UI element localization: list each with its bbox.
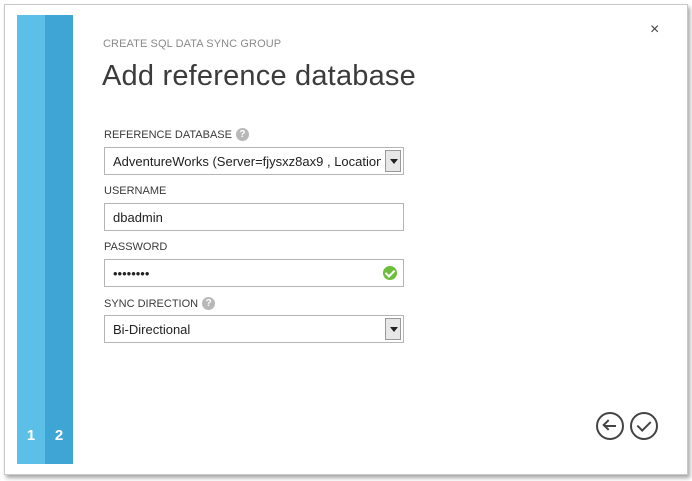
step-2[interactable]: 2 — [45, 15, 73, 464]
reference-database-label: REFERENCE DATABASE ? — [104, 128, 249, 141]
password-value: •••••••• — [113, 266, 150, 281]
dialog-eyebrow: CREATE SQL DATA SYNC GROUP — [103, 38, 282, 50]
back-button[interactable] — [596, 412, 624, 440]
wizard-steps: 1 2 — [17, 15, 73, 464]
chevron-down-icon[interactable] — [385, 318, 401, 340]
password-label: PASSWORD — [104, 241, 167, 253]
password-label-text: PASSWORD — [104, 241, 168, 253]
username-value: dbadmin — [113, 210, 163, 225]
username-label: USERNAME — [104, 185, 166, 197]
help-icon[interactable]: ? — [202, 297, 216, 310]
chevron-down-icon[interactable] — [385, 150, 401, 172]
sync-direction-label-text: SYNC DIRECTION — [104, 297, 199, 310]
close-icon[interactable]: × — [650, 22, 659, 38]
username-field[interactable]: dbadmin — [104, 203, 404, 231]
reference-database-value: AdventureWorks (Server=fjysxz8ax9 , Loca… — [113, 154, 381, 169]
reference-database-label-text: REFERENCE DATABASE — [104, 128, 232, 141]
check-icon — [383, 266, 397, 280]
step-1[interactable]: 1 — [17, 15, 45, 464]
dialog: 1 2 × CREATE SQL DATA SYNC GROUP Add ref… — [4, 4, 688, 475]
sync-direction-select[interactable]: Bi-Directional — [104, 315, 404, 343]
password-field[interactable]: •••••••• — [104, 259, 404, 287]
sync-direction-value: Bi-Directional — [113, 322, 191, 337]
complete-button[interactable] — [630, 412, 658, 440]
step-2-number: 2 — [54, 427, 64, 444]
help-icon[interactable]: ? — [235, 128, 249, 141]
step-1-number: 1 — [26, 427, 36, 444]
username-label-text: USERNAME — [104, 185, 167, 197]
reference-database-select[interactable]: AdventureWorks (Server=fjysxz8ax9 , Loca… — [104, 147, 404, 175]
sync-direction-label: SYNC DIRECTION ? — [104, 297, 216, 310]
page-title: Add reference database — [102, 60, 416, 92]
